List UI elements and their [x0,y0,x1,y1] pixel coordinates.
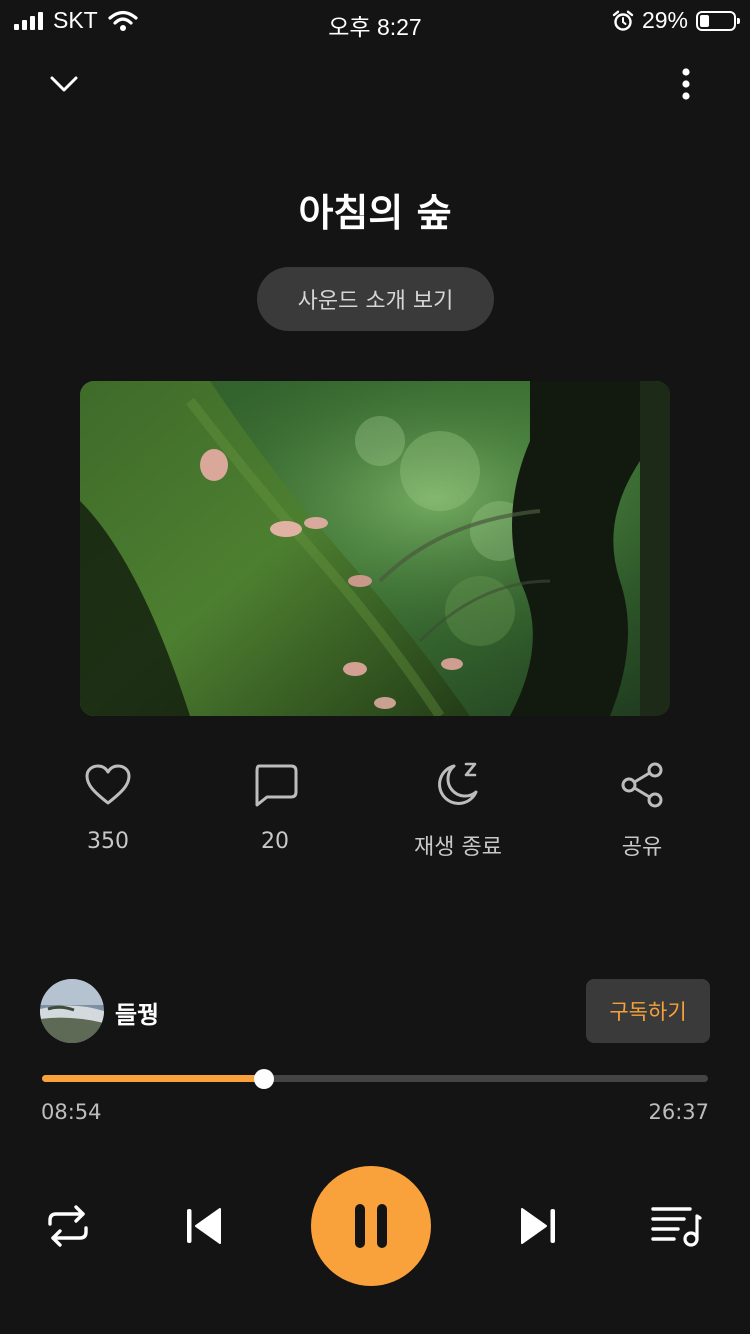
next-button[interactable] [508,1196,568,1256]
more-button[interactable] [664,62,708,106]
skip-previous-icon [187,1208,221,1244]
chevron-down-icon [50,76,78,92]
creator-name[interactable]: 들꿩 [115,995,159,1030]
progress-thumb[interactable] [254,1069,275,1089]
like-count: 350 [87,829,129,854]
comment-action[interactable]: 20 [210,757,340,854]
alarm-icon [612,10,634,31]
subscribe-button[interactable]: 구독하기 [586,979,710,1043]
heart-icon [85,764,131,805]
battery-level [700,14,710,27]
status-right: 29% [612,7,740,34]
comment-count: 20 [261,829,289,854]
repeat-icon [48,1205,88,1247]
comment-icon [255,764,298,807]
status-bar: SKT 오후 8:27 29% [0,0,750,42]
share-label: 공유 [621,835,663,860]
battery-icon [696,10,740,31]
progress-fill [42,1075,265,1082]
skip-next-icon [521,1208,555,1244]
track-artwork [80,381,670,716]
sleep-timer-action[interactable]: 재생 종료 [393,757,523,861]
avatar-image [40,979,104,1043]
share-action[interactable]: 공유 [577,757,707,861]
elapsed-time: 08:54 [41,1100,102,1124]
track-title: 아침의 숲 [298,191,452,235]
battery-percent: 29% [641,7,688,33]
more-vertical-icon [682,68,690,100]
sound-intro-button[interactable]: 사운드 소개 보기 [257,267,494,331]
share-icon [621,762,663,808]
like-action[interactable]: 350 [43,757,173,854]
collapse-button[interactable] [38,62,90,106]
creator-avatar[interactable] [40,979,104,1043]
sleep-timer-icon [438,762,478,805]
progress-track[interactable] [42,1075,708,1082]
play-pause-button[interactable] [311,1166,431,1286]
pause-icon [355,1204,387,1248]
total-time: 26:37 [648,1100,709,1124]
playlist-button[interactable] [646,1196,706,1256]
sleep-timer-label: 재생 종료 [414,835,502,860]
previous-button[interactable] [174,1196,234,1256]
forest-moss-mushrooms-image [80,381,670,716]
repeat-button[interactable] [38,1196,98,1256]
playlist-icon [651,1207,702,1247]
